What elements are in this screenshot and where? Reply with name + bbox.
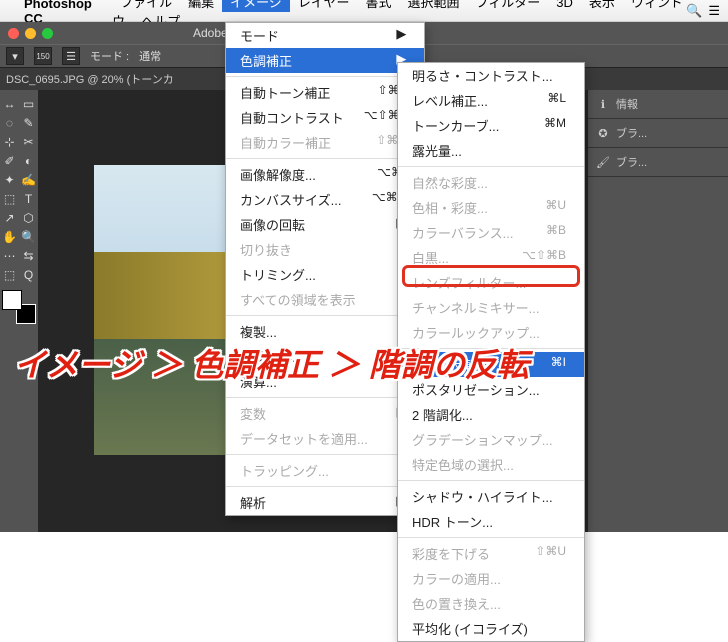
menu-item-変数: 変数▶ bbox=[226, 401, 424, 426]
mode-value[interactable]: 通常 bbox=[139, 48, 161, 64]
menu-item-モード[interactable]: モード▶ bbox=[226, 23, 424, 48]
menu-item-自然な彩度...: 自然な彩度... bbox=[398, 170, 584, 195]
tool-icon[interactable]: ↔ bbox=[0, 94, 19, 113]
tool-icon[interactable]: ⬚ bbox=[0, 265, 19, 284]
tool-icon[interactable]: ◌ bbox=[0, 113, 19, 132]
annotation-text: イメージ ＞ 色調補正 ＞ 階調の反転 bbox=[14, 340, 529, 386]
tool-icon[interactable]: ⬡ bbox=[19, 208, 38, 227]
tool-icon[interactable]: ◐ bbox=[19, 151, 38, 170]
menu-item-色の置き換え...: 色の置き換え... bbox=[398, 591, 584, 616]
close-window-button[interactable] bbox=[8, 28, 19, 39]
menu-item-明るさ・コントラスト...[interactable]: 明るさ・コントラスト... bbox=[398, 63, 584, 88]
tool-icon[interactable]: ⇆ bbox=[19, 246, 38, 265]
menubar-item-編集[interactable]: 編集 bbox=[180, 0, 222, 12]
menubar-item-表示[interactable]: 表示 bbox=[581, 0, 623, 12]
menu-item-トラッピング...: トラッピング... bbox=[226, 458, 424, 483]
brush-preview-icon[interactable]: 150 bbox=[34, 47, 52, 65]
tool-icon[interactable]: ⊹ bbox=[0, 132, 19, 151]
toolbox: ↔▭◌✎⊹✂✐◐✦✍⬚T↗⬡✋🔍⋯⇆⬚Q bbox=[0, 90, 38, 532]
panel-icon: ℹ bbox=[596, 97, 610, 111]
menu-item-シャドウ・ハイライト...[interactable]: シャドウ・ハイライト... bbox=[398, 484, 584, 509]
tool-icon[interactable]: 🔍 bbox=[19, 227, 38, 246]
menu-item-チャンネルミキサー...: チャンネルミキサー... bbox=[398, 295, 584, 320]
search-icon[interactable]: 🔍 bbox=[686, 3, 702, 19]
menubar-item-レイヤー[interactable]: レイヤー bbox=[290, 0, 358, 12]
menu-item-データセットを適用...: データセットを適用... bbox=[226, 426, 424, 451]
panel-icon: 🖌 bbox=[596, 155, 610, 169]
tool-preset-icon[interactable]: ▾ bbox=[6, 47, 24, 65]
menu-item-レベル補正...[interactable]: レベル補正...⌘L bbox=[398, 88, 584, 113]
zoom-window-button[interactable] bbox=[42, 28, 53, 39]
menubar-right-icons: 🔍 ☰ bbox=[686, 3, 720, 19]
menu-item-自動コントラスト[interactable]: 自動コントラスト⌥⇧⌘L bbox=[226, 105, 424, 130]
menubar-item-ファイル[interactable]: ファイル bbox=[112, 0, 180, 12]
menubar-item-3D[interactable]: 3D bbox=[548, 0, 581, 12]
menu-item-カラーの適用...: カラーの適用... bbox=[398, 566, 584, 591]
menu-item-特定色域の選択...: 特定色域の選択... bbox=[398, 452, 584, 477]
right-panels: ℹ 情報 ✪ ブラ... 🖌 ブラ... bbox=[588, 90, 728, 532]
menu-item-自動トーン補正[interactable]: 自動トーン補正⇧⌘L bbox=[226, 80, 424, 105]
menu-item-トーンカーブ...[interactable]: トーンカーブ...⌘M bbox=[398, 113, 584, 138]
tool-icon[interactable]: ✐ bbox=[0, 151, 19, 170]
brush-settings-icon[interactable]: ☰ bbox=[62, 47, 80, 65]
document-tab[interactable]: DSC_0695.JPG @ 20% (トーンカ bbox=[6, 71, 174, 87]
panel-ブラ...[interactable]: 🖌 ブラ... bbox=[588, 148, 728, 177]
menu-item-彩度を下げる: 彩度を下げる⇧⌘U bbox=[398, 541, 584, 566]
menu-item-グラデーションマップ...: グラデーションマップ... bbox=[398, 427, 584, 452]
menu-item-色相・彩度...: 色相・彩度...⌘U bbox=[398, 195, 584, 220]
menubar-item-フィルター[interactable]: フィルター bbox=[468, 0, 549, 12]
minimize-window-button[interactable] bbox=[25, 28, 36, 39]
menu-item-HDR トーン...[interactable]: HDR トーン... bbox=[398, 509, 584, 534]
menu-item-解析[interactable]: 解析▶ bbox=[226, 490, 424, 515]
tool-icon[interactable]: ✋ bbox=[0, 227, 19, 246]
menu-item-カラーバランス...: カラーバランス...⌘B bbox=[398, 220, 584, 245]
mode-label: モード : bbox=[90, 48, 129, 64]
menubar-item-選択範囲[interactable]: 選択範囲 bbox=[400, 0, 468, 12]
menu-item-露光量...[interactable]: 露光量... bbox=[398, 138, 584, 163]
menu-item-カンバスサイズ...[interactable]: カンバスサイズ...⌥⌘C bbox=[226, 187, 424, 212]
panel-ブラ...[interactable]: ✪ ブラ... bbox=[588, 119, 728, 148]
tool-icon[interactable]: T bbox=[19, 189, 38, 208]
menubar-item-書式[interactable]: 書式 bbox=[358, 0, 400, 12]
tool-icon[interactable]: Q bbox=[19, 265, 38, 284]
panel-label: ブラ... bbox=[616, 154, 647, 170]
panel-icon: ✪ bbox=[596, 126, 610, 140]
menu-item-すべての領域を表示: すべての領域を表示 bbox=[226, 287, 424, 312]
panel-label: 情報 bbox=[616, 96, 638, 112]
tool-icon[interactable]: ✍ bbox=[19, 170, 38, 189]
tool-icon[interactable]: ✎ bbox=[19, 113, 38, 132]
mac-menubar: Photoshop CC ファイル編集イメージレイヤー書式選択範囲フィルター3D… bbox=[0, 0, 728, 22]
notification-icon[interactable]: ☰ bbox=[708, 3, 720, 19]
menu-item-平均化 (イコライズ)[interactable]: 平均化 (イコライズ) bbox=[398, 616, 584, 641]
tool-icon[interactable]: ⋯ bbox=[0, 246, 19, 265]
menu-item-画像解像度...[interactable]: 画像解像度...⌥⌘I bbox=[226, 162, 424, 187]
menu-item-トリミング...[interactable]: トリミング... bbox=[226, 262, 424, 287]
menu-item-自動カラー補正: 自動カラー補正⇧⌘B bbox=[226, 130, 424, 155]
highlight-box bbox=[402, 265, 580, 287]
menu-item-色調補正[interactable]: 色調補正▶ bbox=[226, 48, 424, 73]
tool-icon[interactable]: ✦ bbox=[0, 170, 19, 189]
menu-item-切り抜き: 切り抜き bbox=[226, 237, 424, 262]
menu-item-2 階調化...[interactable]: 2 階調化... bbox=[398, 402, 584, 427]
tool-icon[interactable]: ✂ bbox=[19, 132, 38, 151]
tool-icon[interactable]: ⬚ bbox=[0, 189, 19, 208]
panel-情報[interactable]: ℹ 情報 bbox=[588, 90, 728, 119]
panel-label: ブラ... bbox=[616, 125, 647, 141]
image-menu: モード▶色調補正▶ 自動トーン補正⇧⌘L自動コントラスト⌥⇧⌘L自動カラー補正⇧⌘… bbox=[225, 22, 425, 516]
tool-icon[interactable]: ▭ bbox=[19, 94, 38, 113]
color-swatches[interactable] bbox=[2, 290, 36, 324]
menubar-item-イメージ[interactable]: イメージ bbox=[222, 0, 290, 12]
window-controls bbox=[8, 28, 53, 39]
menu-item-画像の回転[interactable]: 画像の回転▶ bbox=[226, 212, 424, 237]
tool-icon[interactable]: ↗ bbox=[0, 208, 19, 227]
